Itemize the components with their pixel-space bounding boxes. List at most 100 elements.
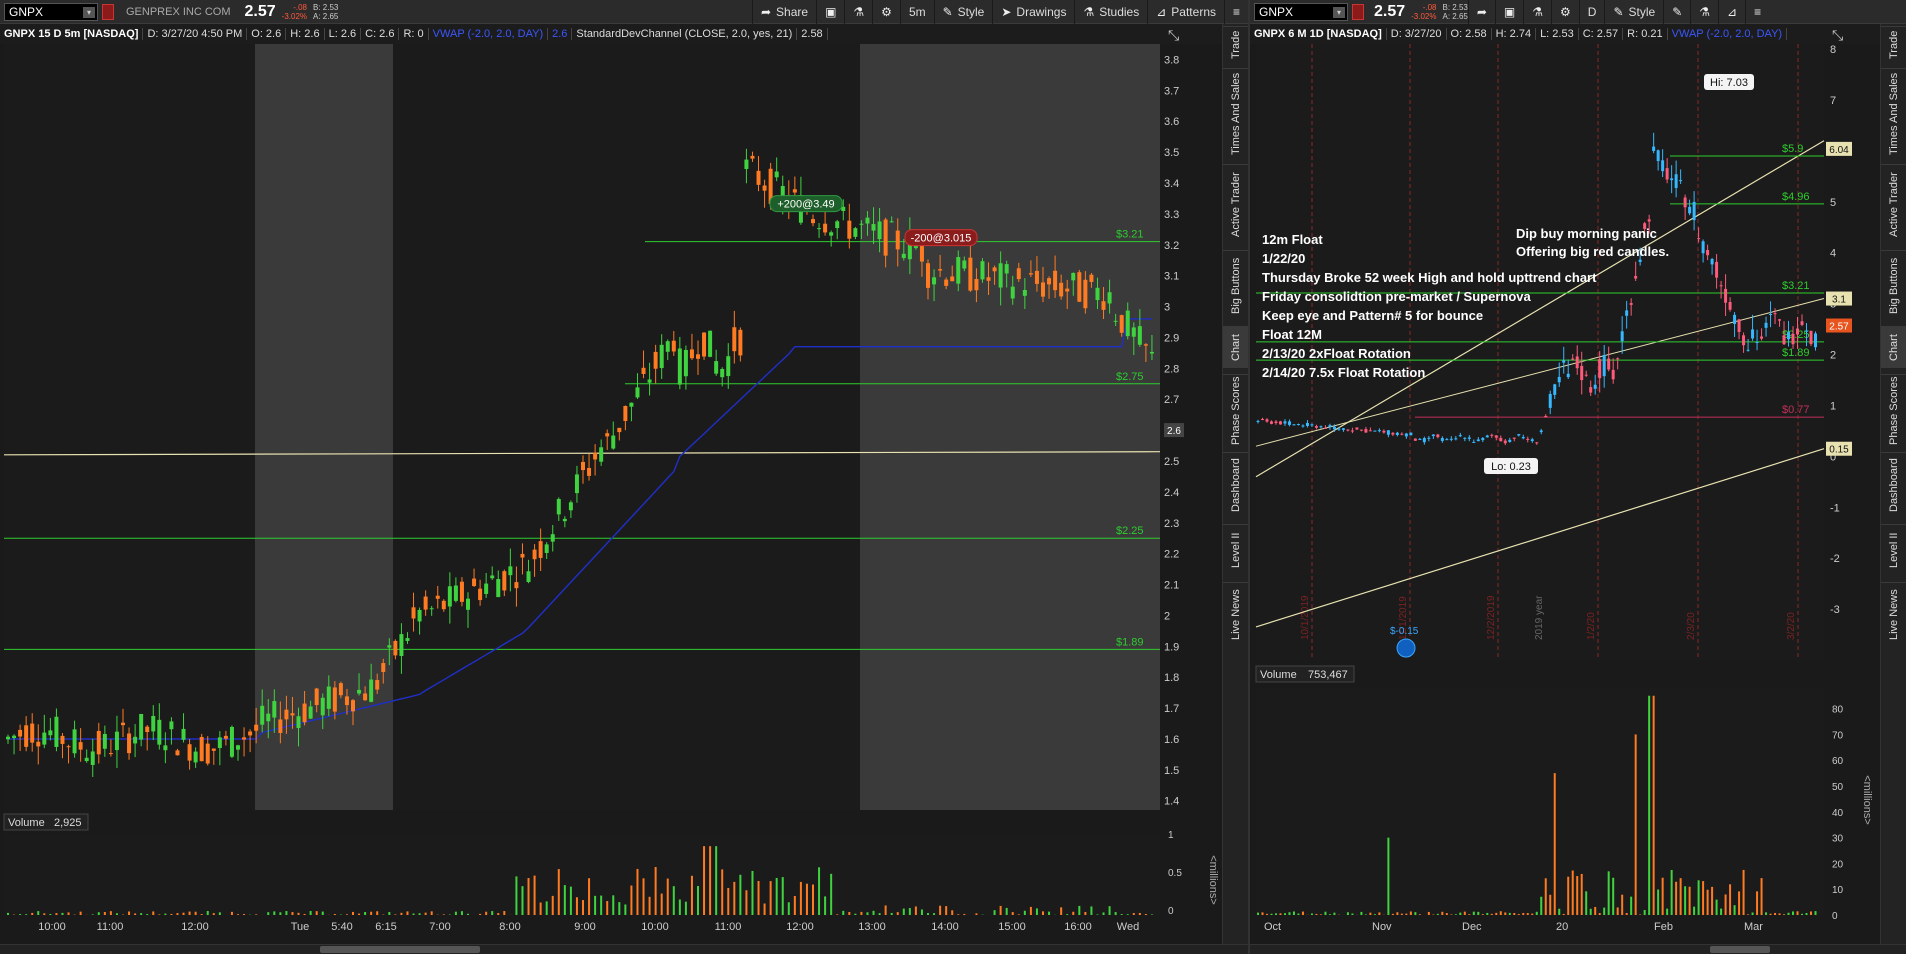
right-scroll-thumb[interactable]: [1710, 946, 1770, 953]
side-tab-chart[interactable]: Chart: [1223, 326, 1249, 368]
side-tab-trade[interactable]: Trade: [1223, 26, 1249, 62]
price-tick-label: 1.9: [1164, 641, 1179, 653]
side-tab-phase-scores[interactable]: Phase Scores: [1881, 374, 1906, 446]
candle-body: [1463, 437, 1467, 439]
side-tab-level-ii[interactable]: Level II: [1223, 524, 1249, 576]
candle-body: [453, 585, 458, 601]
volume-bar: [1634, 734, 1637, 915]
volume-value: 2,925: [54, 817, 82, 829]
candle-body: [1301, 425, 1305, 427]
candle-body: [1022, 290, 1027, 296]
volume-bar: [545, 901, 548, 915]
price-level-label: $1.89: [1782, 347, 1810, 359]
volume-bar: [170, 913, 173, 915]
volume-bar: [1418, 914, 1421, 915]
side-tab-dashboard[interactable]: Dashboard: [1223, 452, 1249, 518]
volume-bar: [1346, 912, 1349, 915]
time-tick-label: 12:00: [181, 921, 209, 933]
side-tab-big-buttons[interactable]: Big Buttons: [1223, 250, 1249, 320]
volume-bar: [1414, 912, 1417, 915]
side-tab-live-news[interactable]: Live News: [1881, 582, 1906, 646]
volume-bar: [1441, 911, 1444, 915]
candle-body: [1071, 272, 1076, 281]
candle-body: [1598, 359, 1602, 379]
price-tick-label: 2: [1830, 350, 1836, 362]
volume-bar: [563, 885, 566, 915]
candle-body: [889, 221, 894, 223]
candle-body: [556, 499, 561, 515]
volume-bar: [575, 897, 578, 915]
chart-note-2: Offering big red candles.: [1516, 244, 1669, 259]
volume-bar: [1540, 896, 1543, 915]
candle-body: [1670, 178, 1674, 181]
right-scrollbar[interactable]: [1250, 944, 1906, 954]
left-scroll-thumb[interactable]: [320, 946, 480, 953]
side-tab-level-ii[interactable]: Level II: [1881, 524, 1906, 576]
candle-body: [1638, 259, 1642, 262]
side-tab-chart[interactable]: Chart: [1881, 326, 1906, 368]
chart-settings-icon[interactable]: ⤡: [1168, 28, 1179, 44]
order-label: -200@3.015: [911, 233, 972, 245]
volume-bar: [1711, 886, 1714, 915]
side-tab-trade[interactable]: Trade: [1881, 26, 1906, 62]
candle-body: [605, 433, 610, 437]
right-price-chart[interactable]: 876543210-1-2-310/1/201911/1/201912/2/20…: [1250, 0, 1880, 944]
candle-body: [1548, 394, 1552, 408]
left-price-chart[interactable]: 3.8 3.7 3.6 3.5 3.4 3.3 3.2 3.1 3 2.9 2.8 2.7 2.6 2.5…: [0, 0, 1222, 944]
candle-body: [1418, 438, 1422, 440]
candle-body: [1620, 331, 1624, 342]
price-level-label: $2.25: [1782, 329, 1810, 341]
candle-body: [1386, 430, 1390, 435]
volume-bar: [606, 901, 609, 915]
volume-bar: [479, 913, 482, 915]
candle-body: [24, 725, 29, 747]
candle-body: [1782, 335, 1786, 345]
candle-body: [1355, 427, 1359, 430]
volume-bar: [1274, 913, 1277, 915]
volume-value: 753,467: [1308, 669, 1348, 681]
volume-bar: [787, 902, 790, 915]
candle-body: [1571, 358, 1575, 360]
candle-body: [1274, 421, 1278, 424]
candle-body: [1107, 292, 1112, 304]
volume-bar: [1814, 911, 1817, 915]
side-tab-big-buttons[interactable]: Big Buttons: [1881, 250, 1906, 320]
candle-body: [1350, 430, 1354, 432]
side-tab-active-trader[interactable]: Active Trader: [1881, 164, 1906, 244]
candle-body: [1701, 241, 1705, 254]
candle-body: [1521, 437, 1525, 439]
candle-body: [42, 732, 47, 745]
price-tick-label: 3: [1164, 302, 1170, 314]
volume-bar: [1126, 914, 1129, 915]
candle-body: [829, 232, 834, 236]
left-scrollbar[interactable]: [0, 944, 1248, 954]
side-tab-times-and-sales[interactable]: Times And Sales: [1223, 68, 1249, 158]
time-tick-label: 16:00: [1064, 921, 1092, 933]
volume-bar: [485, 911, 488, 915]
side-tab-dashboard[interactable]: Dashboard: [1881, 452, 1906, 518]
side-tab-live-news[interactable]: Live News: [1223, 582, 1249, 646]
side-tab-phase-scores[interactable]: Phase Scores: [1223, 374, 1249, 446]
side-tab-active-trader[interactable]: Active Trader: [1223, 164, 1249, 244]
candle-body: [1535, 442, 1539, 444]
candle-body: [1431, 434, 1435, 437]
chart-settings-icon[interactable]: ⤡: [1832, 28, 1843, 44]
volume-bar: [1760, 878, 1763, 915]
candle-body: [762, 185, 767, 191]
candle-body: [865, 217, 870, 224]
volume-bar: [467, 913, 469, 915]
volume-bar: [914, 906, 917, 915]
candle-body: [847, 220, 852, 239]
candle-body: [139, 714, 144, 740]
volume-bar: [1084, 911, 1087, 915]
candle-body: [1047, 278, 1052, 285]
volume-bar: [1742, 869, 1745, 915]
price-tick-label: 2.3: [1164, 518, 1179, 530]
candle-body: [1373, 430, 1377, 432]
side-tab-times-and-sales[interactable]: Times And Sales: [1881, 68, 1906, 158]
month-tick-label: Feb: [1654, 921, 1673, 933]
candle-body: [187, 744, 192, 761]
volume-bar: [751, 870, 754, 915]
candle-body: [496, 579, 501, 598]
menu-button[interactable]: ≡: [1224, 0, 1248, 24]
